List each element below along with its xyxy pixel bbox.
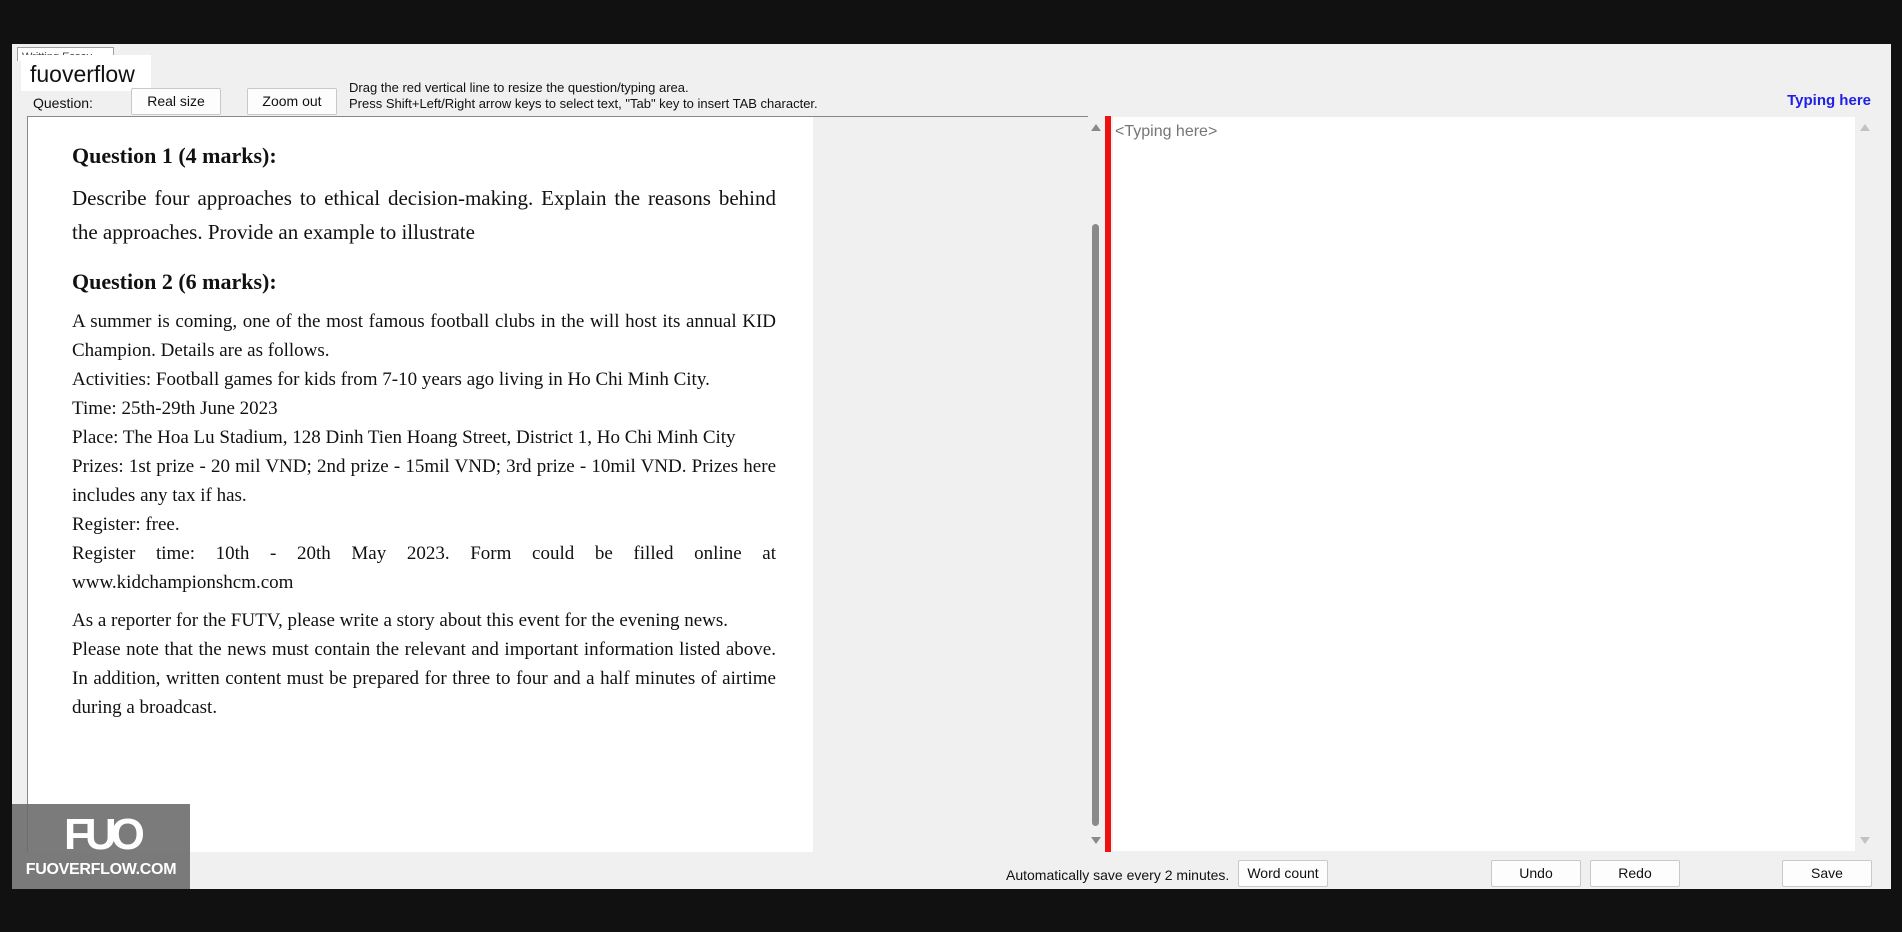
answer-scrollbar[interactable] xyxy=(1855,117,1875,851)
question-2-note: Please note that the news must contain t… xyxy=(72,639,776,718)
watermark-text: fuoverflow xyxy=(21,55,151,91)
question-2-task: As a reporter for the FUTV, please write… xyxy=(72,610,729,631)
fuo-logo-mark: FUO xyxy=(64,810,145,859)
undo-button[interactable]: Undo xyxy=(1491,860,1581,887)
scrollbar-thumb[interactable] xyxy=(1092,224,1099,826)
hint-resize: Drag the red vertical line to resize the… xyxy=(349,80,689,95)
question-label: Question: xyxy=(33,95,93,111)
zoom-out-button[interactable]: Zoom out xyxy=(247,88,337,115)
typing-here-link[interactable]: Typing here xyxy=(1787,92,1871,109)
word-count-button[interactable]: Word count xyxy=(1238,860,1328,887)
autosave-status: Automatically save every 2 minutes. xyxy=(1006,867,1230,883)
scroll-down-arrow-icon[interactable] xyxy=(1860,837,1870,844)
hint-keys: Press Shift+Left/Right arrow keys to sel… xyxy=(349,96,818,111)
question-2-register: Register: free. xyxy=(72,514,180,535)
fuo-site-text: FUOVERFLOW.COM xyxy=(25,861,177,878)
question-1-body: Describe four approaches to ethical deci… xyxy=(72,186,776,244)
question-2-time: Time: 25th-29th June 2023 xyxy=(72,398,278,419)
real-size-button[interactable]: Real size xyxy=(131,88,221,115)
scroll-up-arrow-icon[interactable] xyxy=(1860,124,1870,131)
question-scrollbar[interactable] xyxy=(1086,117,1106,851)
answer-textarea[interactable] xyxy=(1113,117,1855,851)
question-2-activities: Activities: Football games for kids from… xyxy=(72,369,710,390)
resize-splitter[interactable] xyxy=(1105,116,1111,852)
instructions-hint: Drag the red vertical line to resize the… xyxy=(349,80,818,112)
question-2-prizes: Prizes: 1st prize - 20 mil VND; 2nd priz… xyxy=(72,456,776,506)
question-2-place: Place: The Hoa Lu Stadium, 128 Dinh Tien… xyxy=(72,427,736,448)
save-button[interactable]: Save xyxy=(1782,860,1872,887)
essay-window: Writting Essay fuoverflow Question: Real… xyxy=(12,44,1891,889)
redo-button[interactable]: Redo xyxy=(1590,860,1680,887)
fuoverflow-logo: FUO FUOVERFLOW.COM xyxy=(12,804,190,889)
scroll-up-arrow-icon[interactable] xyxy=(1091,124,1101,131)
question-1-heading: Question 1 (4 marks): xyxy=(72,143,277,168)
question-page: Question 1 (4 marks): Describe four appr… xyxy=(28,117,813,852)
question-panel: Question 1 (4 marks): Describe four appr… xyxy=(27,116,1088,852)
question-2-intro: A summer is coming, one of the most famo… xyxy=(72,311,776,361)
question-2-heading: Question 2 (6 marks): xyxy=(72,269,277,294)
scroll-down-arrow-icon[interactable] xyxy=(1091,837,1101,844)
question-2-register-time: Register time: 10th - 20th May 2023. For… xyxy=(72,543,776,593)
